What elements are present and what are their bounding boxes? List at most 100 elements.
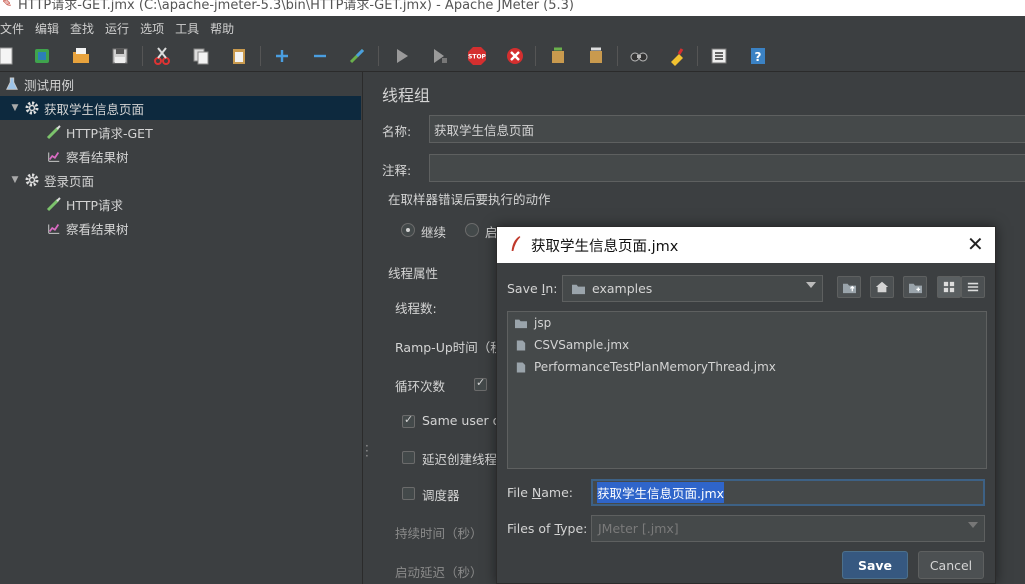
new-icon[interactable] — [0, 44, 18, 68]
up-one-level-button[interactable] — [837, 276, 861, 298]
reset-search-icon[interactable] — [665, 44, 689, 68]
split-pane-divider[interactable]: · · · — [363, 72, 373, 584]
copy-icon[interactable] — [189, 44, 213, 68]
save-icon[interactable] — [108, 44, 132, 68]
file-name-label: File Name: — [507, 485, 573, 500]
tree-node-view-results-2[interactable]: 察看结果树 — [44, 216, 129, 240]
delay-thread-creation-checkbox[interactable] — [402, 451, 415, 464]
home-button[interactable] — [870, 276, 894, 298]
file-item-folder[interactable]: jsp — [514, 313, 551, 333]
details-view-button[interactable] — [961, 276, 985, 298]
file-icon — [514, 338, 528, 352]
name-input[interactable]: 获取学生信息页面 — [429, 115, 1025, 143]
menu-file[interactable]: 文件 — [0, 20, 24, 37]
save-button[interactable]: Save — [842, 551, 908, 579]
tree-node-http-get[interactable]: HTTP请求-GET — [44, 120, 153, 144]
folder-icon — [514, 316, 528, 330]
new-folder-button[interactable] — [903, 276, 927, 298]
folder-icon — [571, 282, 586, 295]
panel-title: 线程组 — [382, 86, 431, 105]
menu-tools[interactable]: 工具 — [175, 20, 199, 37]
tree-node-test-plan[interactable]: 测试用例 — [2, 72, 363, 96]
jmeter-feather-icon — [509, 235, 523, 256]
thread-count-label: 线程数: — [395, 301, 437, 316]
dialog-titlebar: 获取学生信息页面.jmx ✕ — [497, 227, 995, 263]
menu-help[interactable]: 帮助 — [210, 20, 234, 37]
drag-grip-icon: · · · — [365, 439, 369, 463]
tree-node-thread-group-1[interactable]: ▼ 获取学生信息页面 — [0, 96, 361, 120]
stop-icon[interactable]: STOP — [465, 44, 489, 68]
start-next-loop-radio[interactable] — [465, 223, 479, 237]
pipette-icon — [44, 194, 64, 214]
save-file-dialog: 获取学生信息页面.jmx ✕ Save In: examples jsp CSV… — [496, 226, 996, 584]
gear-icon — [22, 170, 42, 190]
file-item-file[interactable]: PerformanceTestPlanMemoryThread.jmx — [514, 357, 776, 377]
file-item-label: PerformanceTestPlanMemoryThread.jmx — [534, 360, 776, 374]
file-list[interactable]: jsp CSVSample.jmx PerformanceTestPlanMem… — [507, 311, 987, 469]
menu-run[interactable]: 运行 — [105, 20, 129, 37]
menu-bar: 文件 编辑 查找 运行 选项 工具 帮助 — [0, 16, 1025, 40]
tree-node-label: 察看结果树 — [66, 149, 129, 165]
paste-icon[interactable] — [227, 44, 251, 68]
save-in-label: Save In: — [507, 281, 558, 296]
tree-node-view-results-1[interactable]: 察看结果树 — [44, 144, 129, 168]
open-icon[interactable] — [69, 44, 93, 68]
comment-input[interactable] — [429, 154, 1025, 182]
menu-options[interactable]: 选项 — [140, 20, 164, 37]
chevron-down-icon[interactable]: ▼ — [8, 175, 22, 185]
list-view-button[interactable] — [937, 276, 961, 298]
dialog-title: 获取学生信息页面.jmx — [531, 239, 679, 255]
chevron-down-icon — [806, 282, 816, 288]
tree-node-label: 登录页面 — [44, 173, 95, 189]
expand-icon[interactable] — [270, 44, 294, 68]
close-icon[interactable]: ✕ — [967, 232, 984, 256]
chevron-down-icon — [968, 522, 978, 528]
scheduler-checkbox[interactable] — [402, 487, 415, 500]
menu-edit[interactable]: 编辑 — [35, 20, 59, 37]
pipette-icon — [44, 122, 64, 142]
toolbar: STOP ? — [0, 40, 1025, 72]
cut-icon[interactable] — [150, 44, 174, 68]
collapse-icon[interactable] — [308, 44, 332, 68]
file-item-label: jsp — [534, 316, 552, 330]
search-icon[interactable] — [627, 44, 651, 68]
continue-radio[interactable] — [401, 223, 415, 237]
svg-text:?: ? — [755, 50, 762, 64]
loop-infinite-checkbox[interactable] — [474, 376, 487, 391]
files-of-type-select[interactable]: JMeter [.jmx] — [591, 515, 985, 542]
chevron-down-icon[interactable]: ▼ — [8, 103, 22, 113]
shutdown-icon[interactable] — [503, 44, 527, 68]
rampup-label: Ramp-Up时间（秒 — [395, 340, 503, 355]
name-label: 名称: — [382, 124, 412, 139]
chart-icon — [44, 218, 64, 238]
templates-icon[interactable] — [30, 44, 54, 68]
loop-count-label: 循环次数 — [395, 379, 446, 394]
file-name-input[interactable]: 获取学生信息页面.jmx — [591, 479, 985, 506]
file-item-file[interactable]: CSVSample.jmx — [514, 335, 629, 355]
start-no-pause-icon[interactable] — [427, 44, 451, 68]
start-icon[interactable] — [390, 44, 414, 68]
clear-icon[interactable] — [546, 44, 570, 68]
gear-icon — [22, 98, 42, 118]
cancel-button[interactable]: Cancel — [918, 551, 984, 579]
test-plan-tree: 测试用例 ▼ 获取学生信息页面 HTTP请求-GET 察看结果树 ▼ 登录页面 … — [0, 72, 363, 584]
toggle-icon[interactable] — [345, 44, 369, 68]
clear-all-icon[interactable] — [584, 44, 608, 68]
delay-thread-creation-label: 延迟创建线程 — [422, 452, 498, 467]
save-in-select[interactable]: examples — [562, 275, 823, 302]
tree-node-thread-group-2[interactable]: ▼ 登录页面 — [0, 168, 94, 192]
jmeter-feather-icon: ✎ — [2, 0, 13, 10]
file-name-value: 获取学生信息页面.jmx — [597, 482, 725, 503]
thread-props-label: 线程属性 — [388, 266, 439, 281]
comment-label: 注释: — [382, 163, 412, 178]
same-user-checkbox[interactable] — [402, 413, 415, 428]
tree-node-label: HTTP请求-GET — [66, 125, 153, 141]
menu-search[interactable]: 查找 — [70, 20, 94, 37]
help-icon[interactable]: ? — [746, 44, 770, 68]
same-user-label: Same user or — [422, 413, 506, 428]
tree-node-http[interactable]: HTTP请求 — [44, 192, 123, 216]
duration-label: 持续时间（秒） — [395, 526, 483, 541]
tree-node-label: 获取学生信息页面 — [44, 101, 145, 117]
files-of-type-value: JMeter [.jmx] — [598, 521, 679, 536]
function-helper-icon[interactable] — [707, 44, 731, 68]
